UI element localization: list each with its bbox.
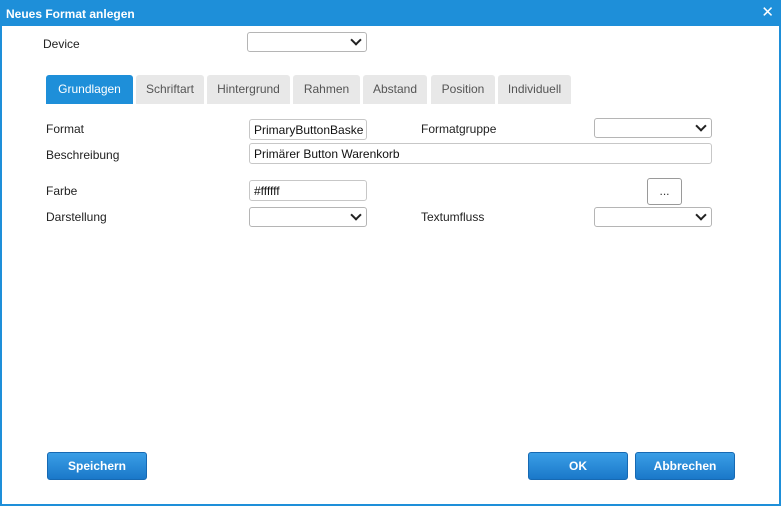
tab-schriftart[interactable]: Schriftart (136, 75, 204, 104)
save-button[interactable]: Speichern (47, 452, 147, 480)
cancel-button[interactable]: Abbrechen (635, 452, 735, 480)
tab-rahmen[interactable]: Rahmen (293, 75, 360, 104)
new-format-dialog: Neues Format anlegen ✕ Device Grundlagen… (0, 0, 781, 506)
format-input[interactable]: PrimaryButtonBaske (249, 119, 367, 140)
textumfluss-label: Textumfluss (421, 210, 485, 224)
tab-hintergrund[interactable]: Hintergrund (207, 75, 290, 104)
darstellung-label: Darstellung (46, 210, 107, 224)
dialog-titlebar: Neues Format anlegen ✕ (2, 2, 779, 26)
dialog-title: Neues Format anlegen (6, 7, 135, 21)
device-select[interactable] (247, 32, 367, 52)
ok-button[interactable]: OK (528, 452, 628, 480)
device-label: Device (43, 37, 80, 51)
color-picker-button[interactable]: ... (647, 178, 682, 205)
beschreibung-input[interactable]: Primärer Button Warenkorb (249, 143, 712, 164)
tab-position[interactable]: Position (431, 75, 495, 104)
textumfluss-select[interactable] (594, 207, 712, 227)
formatgruppe-label: Formatgruppe (421, 122, 497, 136)
chevron-down-icon (695, 209, 707, 221)
chevron-down-icon (350, 209, 362, 221)
close-icon[interactable]: ✕ (761, 5, 774, 21)
farbe-input[interactable]: #ffffff (249, 180, 367, 201)
darstellung-select[interactable] (249, 207, 367, 227)
tab-individuell[interactable]: Individuell (498, 75, 571, 104)
tab-grundlagen[interactable]: Grundlagen (46, 75, 133, 104)
chevron-down-icon (695, 120, 707, 132)
tab-abstand[interactable]: Abstand (363, 75, 427, 104)
format-label: Format (46, 122, 85, 136)
formatgruppe-select[interactable] (594, 118, 712, 138)
farbe-label: Farbe (46, 184, 78, 198)
chevron-down-icon (350, 34, 362, 46)
beschreibung-label: Beschreibung (46, 148, 120, 162)
